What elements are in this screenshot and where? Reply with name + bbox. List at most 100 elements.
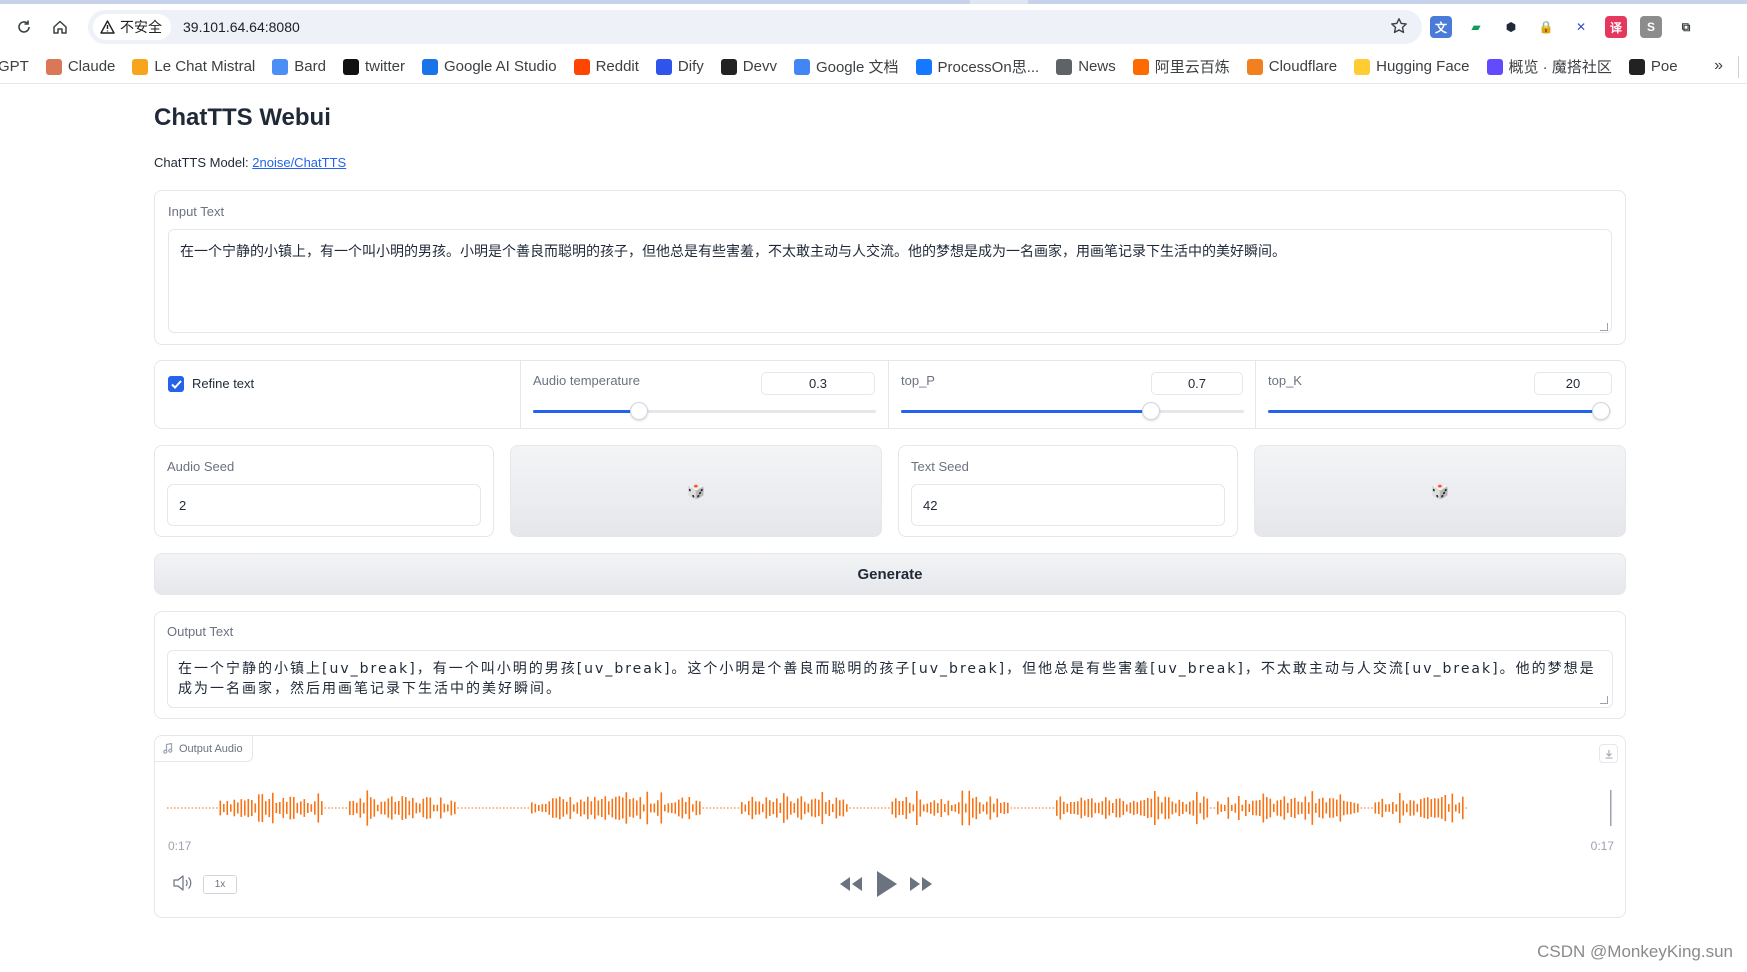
bookmark-bard[interactable]: Bard (272, 58, 326, 75)
fast-forward-icon[interactable] (908, 875, 934, 893)
bookmark-modelscope[interactable]: 概览 · 魔搭社区 (1486, 56, 1612, 77)
bookmarks-separator (1738, 56, 1739, 78)
reload-button[interactable] (10, 13, 38, 41)
waveform-bar (440, 797, 442, 819)
play-icon[interactable] (874, 870, 898, 898)
audio-waveform[interactable] (167, 770, 1613, 846)
green-extension-icon[interactable]: ▰ (1465, 16, 1487, 38)
waveform-bar (1276, 800, 1279, 816)
waveform-bar (825, 802, 827, 814)
model-link[interactable]: 2noise/ChatTTS (252, 155, 346, 170)
top-p-input[interactable]: 0.7 (1151, 372, 1243, 395)
audio-temperature-slider[interactable] (533, 402, 876, 420)
waveform-bar (1189, 801, 1191, 815)
hex-extension-icon[interactable]: ⬢ (1500, 16, 1522, 38)
input-text-area[interactable]: 在一个宁静的小镇上，有一个叫小明的男孩。小明是个善良而聪明的孩子，但他总是有些害… (168, 229, 1612, 333)
waveform-bar (240, 799, 243, 817)
refine-cell: Refine text (155, 361, 521, 428)
x-extension-icon[interactable]: ✕ (1570, 16, 1592, 38)
waveform-bar (545, 804, 547, 812)
top-k-input[interactable]: 20 (1534, 372, 1612, 395)
bookmark-claude[interactable]: Claude (45, 58, 115, 75)
lock-extension-icon[interactable]: 🔒 (1535, 16, 1557, 38)
top-k-slider[interactable] (1268, 402, 1611, 420)
waveform-bar (538, 805, 540, 811)
waveform-bar (849, 807, 852, 809)
bookmark-cloudflare[interactable]: Cloudflare (1246, 58, 1337, 75)
bookmark-reddit[interactable]: Reddit (573, 58, 639, 75)
refine-text-checkbox[interactable] (168, 376, 184, 392)
waveform-bar (1437, 798, 1440, 818)
extension-icons: 文 ▰ ⬢ 🔒 ✕ 译 S ⧉ (1430, 16, 1697, 38)
bookmark-label: Reddit (595, 58, 639, 75)
bookmark-google-docs[interactable]: Google 文档 (793, 56, 899, 77)
waveform-bar (482, 807, 484, 809)
pink-extension-icon[interactable]: 译 (1605, 16, 1627, 38)
waveform-bar (1297, 801, 1300, 815)
slider-thumb[interactable] (1142, 402, 1161, 420)
top-p-slider[interactable] (901, 402, 1244, 420)
slider-thumb[interactable] (1591, 402, 1610, 420)
bookmark-aliyun[interactable]: 阿里云百炼 (1132, 56, 1230, 77)
bookmark-poe[interactable]: Poe (1628, 58, 1678, 75)
bookmark-gpt[interactable]: GPT (0, 58, 29, 75)
rewind-icon[interactable] (838, 875, 864, 893)
url-text[interactable]: 39.101.64.64:8080 (183, 19, 300, 35)
bookmark-processon[interactable]: ProcessOn思... (915, 56, 1039, 77)
bookmark-hugging-face[interactable]: Hugging Face (1354, 58, 1470, 75)
security-chip[interactable]: 不安全 (93, 14, 171, 40)
bookmark-x[interactable]: twitter (342, 58, 405, 75)
output-text-area[interactable]: 在一个宁静的小镇上[uv_break]，有一个叫小明的男孩[uv_break]。… (167, 650, 1613, 708)
waveform-bar (174, 807, 176, 809)
download-button[interactable] (1599, 744, 1618, 763)
puzzle-extension-icon[interactable]: ⧉ (1675, 16, 1697, 38)
waveform-bar (1063, 801, 1065, 815)
bookmarks-more-button[interactable]: » (1714, 57, 1723, 75)
waveform-bar (468, 807, 470, 809)
waveform-bar (552, 798, 554, 818)
translate-extension-icon[interactable]: 文 (1430, 16, 1452, 38)
waveform-bar (951, 805, 953, 812)
resize-grip[interactable] (1600, 323, 1608, 331)
output-audio-label: Output Audio (179, 742, 243, 755)
reddit-icon (573, 58, 590, 75)
slider-thumb[interactable] (630, 402, 649, 420)
waveform-bar (1273, 803, 1275, 813)
waveform-bar (510, 807, 512, 809)
grey-extension-icon[interactable]: S (1640, 16, 1662, 38)
bookmark-devv[interactable]: Devv (720, 58, 777, 75)
waveform-bar (1294, 797, 1296, 819)
bookmark-ai-studio[interactable]: Google AI Studio (421, 58, 557, 75)
waveform-bar (1392, 802, 1394, 814)
volume-button[interactable] (172, 874, 194, 897)
text-seed-dice-button[interactable]: 🎲 (1254, 445, 1626, 537)
waveform-bar (720, 807, 722, 809)
waveform-bar (408, 800, 411, 816)
waveform-bar (1241, 804, 1244, 812)
waveform-bar (1098, 802, 1100, 814)
waveform-bar (219, 800, 222, 816)
waveform-bar (611, 798, 614, 818)
resize-grip[interactable] (1600, 696, 1608, 704)
bookmark-dify[interactable]: Dify (655, 58, 704, 75)
waveform-bar (818, 799, 820, 817)
waveform-bar (758, 801, 761, 815)
home-button[interactable] (46, 13, 74, 41)
bookmark-mistral[interactable]: Le Chat Mistral (132, 58, 255, 75)
address-bar[interactable]: 不安全 39.101.64.64:8080 (88, 10, 1422, 44)
waveform-bar (832, 803, 834, 813)
bookmark-star-icon[interactable] (1390, 17, 1408, 35)
waveform-bar (993, 803, 995, 813)
waveform-bar (279, 802, 281, 814)
waveform-bar (209, 807, 211, 809)
playback-rate-button[interactable]: 1x (203, 875, 237, 894)
generate-button[interactable]: Generate (154, 553, 1626, 595)
bookmark-globe[interactable]: News (1056, 58, 1116, 75)
waveform-bar (961, 790, 964, 826)
dify-icon (655, 58, 672, 75)
audio-seed-dice-button[interactable]: 🎲 (510, 445, 882, 537)
audio-temperature-input[interactable]: 0.3 (761, 372, 875, 395)
audio-seed-input[interactable]: 2 (167, 484, 481, 526)
waveform-bar (716, 807, 719, 809)
text-seed-input[interactable]: 42 (911, 484, 1225, 526)
